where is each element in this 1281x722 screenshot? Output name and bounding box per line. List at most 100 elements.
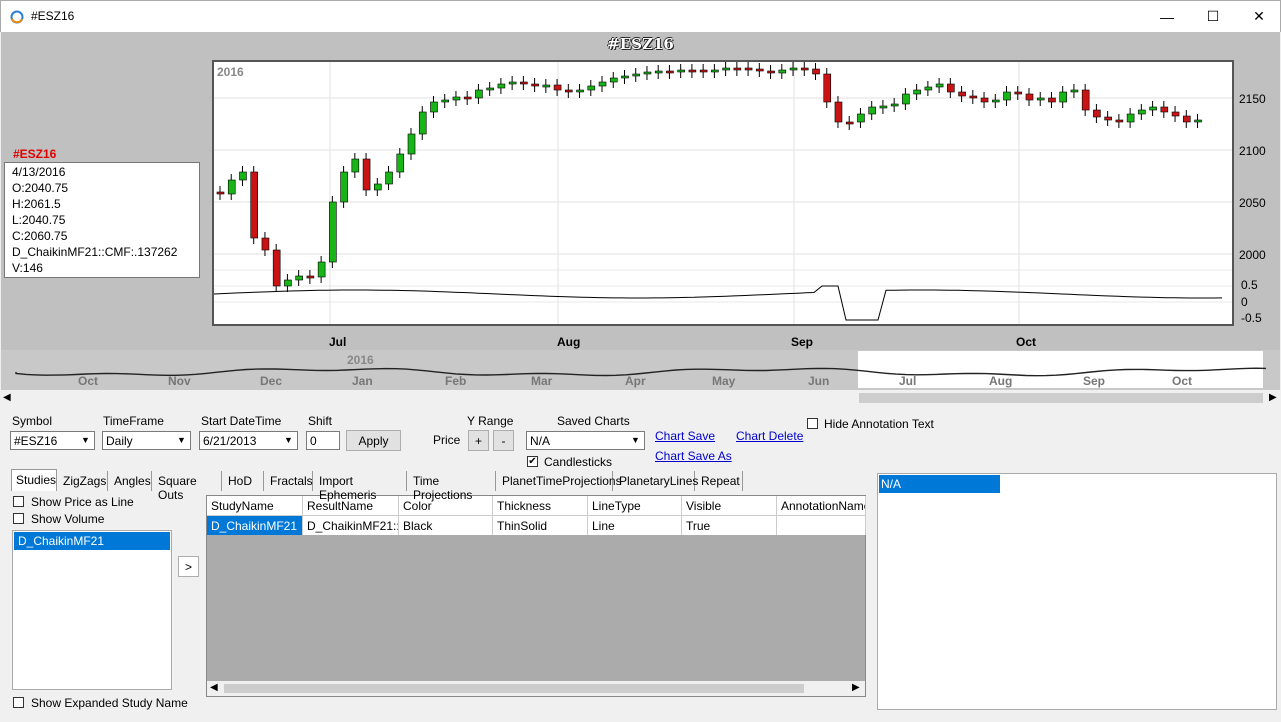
show-expanded-checkbox[interactable] — [13, 697, 24, 708]
grid-header-annotationname[interactable]: AnnotationName — [777, 496, 866, 516]
price-plot[interactable]: 2016 — [212, 60, 1234, 326]
show-price-line-label: Show Price as Line — [31, 495, 134, 509]
grid-scroll-thumb[interactable] — [224, 684, 804, 693]
shift-input[interactable]: 0 — [306, 431, 340, 450]
tab-import-ephemeris[interactable]: Import Ephemeris — [315, 471, 407, 502]
timeframe-select[interactable]: Daily ▼ — [102, 431, 191, 450]
candle-up — [1138, 109, 1146, 115]
show-price-line-checkbox[interactable] — [13, 496, 24, 507]
saved-charts-select[interactable]: N/A ▼ — [526, 431, 645, 450]
timeframe-value: Daily — [106, 434, 133, 448]
minimize-button[interactable]: — — [1144, 1, 1190, 32]
add-study-button[interactable]: > — [178, 556, 199, 577]
candle-up — [508, 81, 517, 85]
candle-up — [621, 75, 629, 79]
y-tick-0: 0 — [1241, 295, 1248, 309]
candle-up — [913, 89, 921, 95]
overview-month-label: Oct — [78, 374, 98, 388]
maximize-button[interactable]: ☐ — [1190, 1, 1236, 32]
scroll-right-icon[interactable]: ▶ — [852, 682, 860, 693]
annotation-list[interactable]: N/A — [877, 473, 1277, 710]
info-date: 4/13/2016 — [12, 165, 66, 179]
saved-charts-value: N/A — [530, 434, 551, 448]
close-button[interactable]: ✕ — [1236, 1, 1281, 32]
grid-cell-thickness[interactable]: ThinSolid — [493, 516, 588, 535]
grid-cell-resultname[interactable]: D_ChaikinMF21::C — [303, 516, 399, 535]
scroll-left-icon[interactable]: ◀ — [3, 392, 11, 403]
x-tick-sep: Sep — [791, 335, 814, 349]
scroll-left-icon[interactable]: ◀ — [210, 682, 218, 693]
chart-save-link[interactable]: Chart Save — [655, 429, 715, 443]
scroll-right-icon[interactable]: ▶ — [1269, 392, 1277, 403]
overview-month-label: Feb — [445, 374, 466, 388]
candle-down — [520, 81, 528, 85]
study-list[interactable]: D_ChaikinMF21 — [12, 530, 172, 690]
info-open: O:2040.75 — [12, 181, 69, 195]
candle-up — [857, 113, 865, 123]
symbol-select[interactable]: #ESZ16 ▼ — [10, 431, 95, 450]
tab-angles[interactable]: Angles — [110, 471, 152, 491]
maximize-icon: ☐ — [1206, 8, 1220, 24]
candle-down — [1081, 89, 1090, 111]
show-volume-label: Show Volume — [31, 512, 105, 526]
candle-down — [958, 91, 966, 97]
candle-down — [767, 70, 775, 74]
candle-up — [475, 89, 483, 99]
overview-month-label: Sep — [1083, 374, 1105, 388]
symbol-value: #ESZ16 — [14, 434, 58, 448]
tab-square-outs[interactable]: Square Outs — [154, 471, 222, 502]
tab-repeat[interactable]: Repeat — [697, 471, 743, 491]
tab-zigzags[interactable]: ZigZags — [59, 471, 108, 491]
candle-down — [812, 68, 820, 75]
candlesticks-checkbox[interactable]: ✔ — [527, 456, 538, 467]
candle-up — [329, 201, 337, 263]
start-datetime-picker[interactable]: 6/21/2013 ▼ — [199, 431, 298, 450]
grid-cell-annotationname[interactable] — [777, 516, 866, 535]
candle-up — [239, 171, 247, 181]
candlestick-chart: 2016 — [213, 62, 1232, 324]
grid-header-visible[interactable]: Visible — [682, 496, 777, 516]
tab-planettimeprojections[interactable]: PlanetTimeProjections — [498, 471, 622, 491]
show-volume-checkbox[interactable] — [13, 513, 24, 524]
tab-planetarylines[interactable]: PlanetaryLines — [615, 471, 698, 491]
y-range-minus-button[interactable]: - — [493, 430, 514, 451]
candle-down — [463, 96, 472, 100]
ohlc-info-box: 4/13/2016 O:2040.75 H:2061.5 L:2040.75 C… — [4, 162, 200, 278]
chart-save-as-link[interactable]: Chart Save As — [655, 449, 732, 463]
study-grid[interactable]: StudyName ResultName Color Thickness Lin… — [206, 495, 866, 697]
grid-header-studyname[interactable]: StudyName — [207, 496, 303, 516]
candle-down — [800, 67, 809, 71]
chart-scrollbar[interactable]: ◀ ▶ — [0, 390, 1281, 406]
annotation-list-item[interactable]: N/A — [879, 475, 1000, 493]
grid-header-thickness[interactable]: Thickness — [493, 496, 588, 516]
chart-delete-link[interactable]: Chart Delete — [736, 429, 803, 443]
grid-cell-visible[interactable]: True — [682, 516, 777, 535]
tab-time-projections[interactable]: Time Projections — [409, 471, 496, 502]
candle-down — [699, 69, 708, 73]
candle-up — [598, 81, 607, 87]
overview-navigator[interactable]: 2016 Oct Nov Dec Jan Feb Mar Apr May Jun Jul Aug Se… — [1, 350, 1280, 390]
chevron-down-icon: ▼ — [281, 433, 296, 448]
candle-up — [1194, 119, 1202, 123]
candle-up — [396, 153, 405, 173]
study-list-item[interactable]: D_ChaikinMF21 — [14, 532, 170, 550]
info-study-value: D_ChaikinMF21::CMF:.137262 — [12, 245, 178, 259]
grid-cell-linetype[interactable]: Line — [588, 516, 682, 535]
candlesticks-label: Candlesticks — [544, 455, 613, 469]
candle-down — [1104, 116, 1112, 121]
y-range-plus-button[interactable]: + — [468, 430, 489, 451]
apply-button[interactable]: Apply — [346, 430, 401, 451]
candle-up — [778, 69, 787, 74]
scroll-thumb[interactable] — [859, 393, 1263, 403]
tab-hod[interactable]: HoD — [224, 471, 264, 491]
grid-scrollbar[interactable]: ◀ ▶ — [207, 681, 865, 696]
grid-cell-studyname[interactable]: D_ChaikinMF21 — [207, 516, 303, 535]
candle-down — [1048, 97, 1056, 103]
grid-header-linetype[interactable]: LineType — [588, 496, 682, 516]
app-icon — [10, 10, 24, 24]
grid-cell-color[interactable]: Black — [399, 516, 493, 535]
hide-annotation-checkbox[interactable] — [807, 418, 818, 429]
tab-fractals[interactable]: Fractals — [266, 471, 313, 491]
tab-studies[interactable]: Studies — [11, 469, 57, 491]
candle-down — [531, 83, 539, 87]
